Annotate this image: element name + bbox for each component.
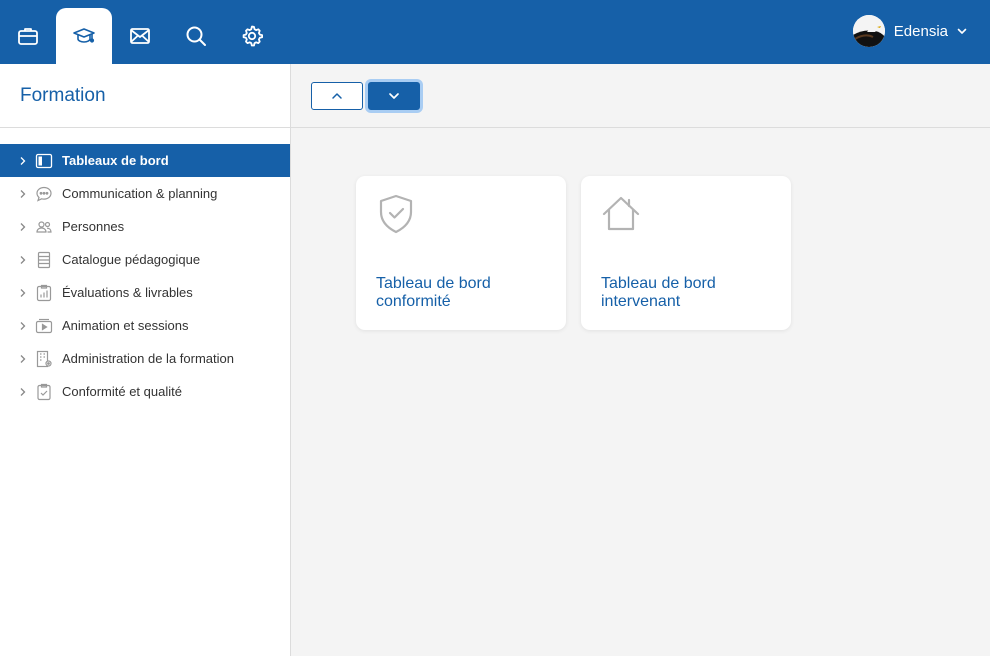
building-gear-icon (36, 350, 52, 367)
chevron-down-icon (389, 93, 399, 99)
sidebar-item-tableaux-de-bord[interactable]: Tableaux de bord (0, 144, 290, 177)
mail-icon (130, 28, 150, 44)
sidebar-divider (0, 127, 290, 128)
collapse-up-button[interactable] (311, 82, 363, 110)
sidebar-item-catalogue-pedagogique[interactable]: Catalogue pédagogique (0, 243, 290, 276)
card-tableau-de-bord-intervenant[interactable]: Tableau de bord intervenant (581, 176, 791, 330)
chat-bubble-icon (36, 186, 52, 202)
nav-tab-formation[interactable] (56, 8, 112, 64)
video-play-icon (35, 318, 53, 333)
toolbar (291, 64, 990, 128)
shield-check-icon (379, 194, 413, 234)
card-tableau-de-bord-conformite[interactable]: Tableau de bord conformité (356, 176, 566, 330)
sidebar-item-label: Animation et sessions (62, 318, 189, 333)
eagle-avatar (852, 15, 885, 47)
sidebar-item-label: Conformité et qualité (62, 384, 182, 399)
user-name: Edensia (893, 22, 948, 40)
briefcase-icon (18, 28, 38, 45)
expand-down-button[interactable] (368, 82, 420, 110)
chevron-right-icon (20, 387, 26, 396)
graduation-cap-icon (73, 28, 95, 43)
search-icon (186, 26, 206, 46)
chevron-right-icon (20, 288, 26, 297)
sidebar-item-evaluations-livrables[interactable]: Évaluations & livrables (0, 276, 290, 309)
chevron-right-icon (20, 222, 26, 231)
user-menu[interactable]: Edensia (852, 14, 968, 48)
clipboard-check-icon (37, 383, 51, 400)
sidebar-item-label: Communication & planning (62, 186, 218, 201)
sidebar-item-label: Personnes (62, 219, 125, 234)
chart-document-icon (36, 284, 52, 301)
sidebar: Formation Tableaux de bord Communication… (0, 64, 291, 656)
chevron-right-icon (20, 321, 26, 330)
sidebar-item-conformite-qualite[interactable]: Conformité et qualité (0, 375, 290, 408)
chevron-right-icon (20, 156, 26, 165)
people-icon (36, 220, 52, 233)
chevron-down-icon (957, 28, 967, 34)
sidebar-item-label: Évaluations & livrables (62, 285, 193, 300)
nav-tab-settings[interactable] (224, 8, 280, 64)
list-icon (37, 251, 51, 268)
card-label: Tableau de bord intervenant (601, 275, 716, 310)
card-label: Tableau de bord conformité (376, 275, 491, 310)
chevron-right-icon (20, 354, 26, 363)
gear-icon (242, 25, 263, 47)
chevron-right-icon (20, 255, 26, 264)
nav-tab-mail[interactable] (112, 8, 168, 64)
sidebar-item-personnes[interactable]: Personnes (0, 210, 290, 243)
nav-tab-briefcase[interactable] (0, 8, 56, 64)
sidebar-item-animation-sessions[interactable]: Animation et sessions (0, 309, 290, 342)
sidebar-item-communication-planning[interactable]: Communication & planning (0, 177, 290, 210)
nav-tab-search[interactable] (168, 8, 224, 64)
sidebar-item-administration-formation[interactable]: Administration de la formation (0, 342, 290, 375)
sidebar-item-label: Administration de la formation (62, 351, 234, 366)
chevron-right-icon (20, 189, 26, 198)
house-icon (602, 196, 640, 231)
sidebar-item-label: Tableaux de bord (62, 153, 169, 168)
dashboard-icon (35, 153, 53, 168)
sidebar-item-label: Catalogue pédagogique (62, 252, 201, 267)
sidebar-title: Formation (20, 85, 106, 106)
sidebar-menu: Tableaux de bord Communication & plannin… (0, 144, 290, 408)
top-bar: Edensia (0, 0, 990, 64)
chevron-up-icon (332, 93, 342, 99)
